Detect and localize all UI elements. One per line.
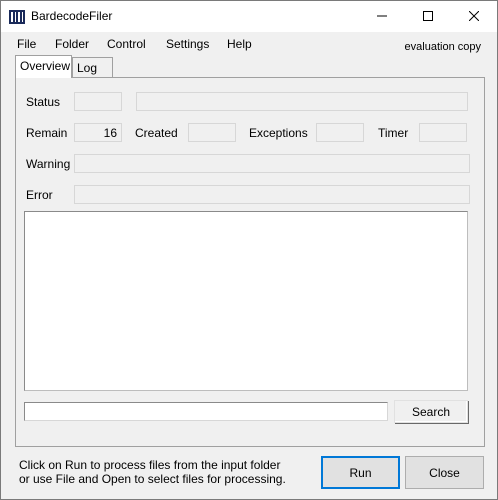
run-button[interactable]: Run — [321, 456, 400, 489]
tab-log[interactable]: Log — [72, 57, 113, 78]
app-window: BardecodeFiler File Folder Control Setti… — [0, 0, 498, 500]
menu-control[interactable]: Control — [107, 37, 146, 51]
maximize-button[interactable] — [405, 1, 451, 32]
search-button[interactable]: Search — [394, 400, 468, 423]
timer-label: Timer — [378, 126, 409, 140]
window-title: BardecodeFiler — [31, 9, 113, 23]
close-button[interactable]: Close — [405, 456, 484, 489]
close-window-button[interactable] — [451, 1, 497, 32]
timer-field — [419, 123, 467, 142]
error-label: Error — [26, 188, 53, 202]
footer-hint: Click on Run to process files from the i… — [19, 458, 286, 486]
status-field — [74, 92, 122, 111]
exceptions-label: Exceptions — [249, 126, 308, 140]
status-label: Status — [26, 95, 61, 109]
search-button-label: Search — [411, 404, 451, 419]
maximize-icon — [423, 10, 433, 24]
remain-label: Remain — [26, 126, 68, 140]
close-icon — [468, 10, 480, 24]
footer-hint-line-2: or use File and Open to select files for… — [19, 472, 286, 486]
barcode-app-icon — [9, 10, 25, 24]
close-button-label: Close — [429, 465, 460, 480]
remain-field: 16 — [74, 123, 122, 142]
exceptions-field — [316, 123, 364, 142]
tab-overview-label: Overview — [20, 59, 71, 73]
status-text-field — [136, 92, 468, 111]
title-bar[interactable]: BardecodeFiler — [1, 1, 497, 32]
run-button-label: Run — [349, 465, 372, 480]
tab-log-label: Log — [77, 61, 98, 75]
evaluation-banner: evaluation copy — [404, 41, 481, 53]
error-field — [74, 185, 470, 204]
menu-folder[interactable]: Folder — [55, 37, 89, 51]
warning-field — [74, 154, 470, 173]
search-input[interactable] — [24, 402, 388, 421]
menu-help[interactable]: Help — [227, 37, 252, 51]
created-field — [188, 123, 236, 142]
created-label: Created — [135, 126, 178, 140]
footer-hint-line-1: Click on Run to process files from the i… — [19, 458, 281, 472]
minimize-icon — [377, 10, 387, 24]
warning-label: Warning — [26, 157, 71, 171]
tab-overview[interactable]: Overview — [15, 55, 72, 78]
log-text-area[interactable] — [24, 211, 468, 391]
minimize-button[interactable] — [359, 1, 405, 32]
overview-panel: Status Remain 16 Created Exceptions Time… — [15, 77, 485, 447]
menu-file[interactable]: File — [17, 37, 36, 51]
menu-settings[interactable]: Settings — [166, 37, 209, 51]
